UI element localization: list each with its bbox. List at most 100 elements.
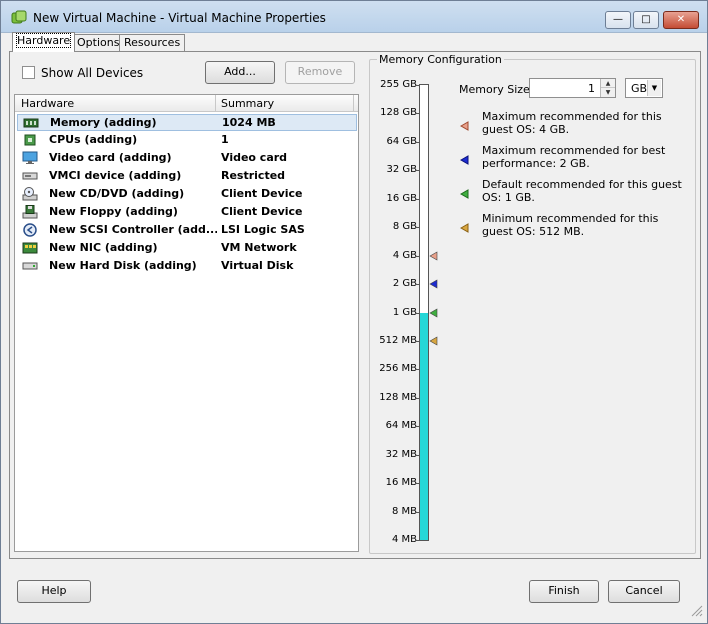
add-hardware-button[interactable]: Add... (205, 61, 275, 84)
memory-size-label: Memory Size: (459, 83, 534, 96)
max-performance-marker-icon (459, 155, 469, 165)
tab-options[interactable]: Options (72, 34, 125, 52)
legend-min-guest-os: Minimum recommended for this guest OS: 5… (482, 212, 659, 238)
memory-size-value: 1 (588, 82, 595, 95)
hardware-summary: Client Device (221, 205, 303, 218)
memory-size-spinner[interactable]: ▲ ▼ (600, 79, 615, 97)
column-divider[interactable] (215, 95, 216, 112)
hardware-name: VMCI device (adding) (49, 169, 182, 182)
resize-grip-icon[interactable] (689, 603, 703, 617)
close-button[interactable]: ✕ (663, 11, 699, 29)
hardware-row-video-card[interactable]: Video card (adding) Video card (17, 150, 357, 167)
finish-button[interactable]: Finish (529, 580, 599, 603)
scale-tick (415, 454, 419, 456)
scale-label: 4 GB (392, 249, 417, 261)
scale-tick (415, 511, 419, 513)
hardware-name: New NIC (adding) (49, 241, 158, 254)
title-bar[interactable]: New Virtual Machine - Virtual Machine Pr… (1, 1, 707, 33)
scale-tick (415, 85, 419, 86)
help-button[interactable]: Help (17, 580, 91, 603)
scale-label: 8 GB (392, 221, 417, 233)
scale-tick (415, 540, 419, 541)
memory-scale-slider[interactable] (419, 84, 429, 541)
vm-properties-window: New Virtual Machine - Virtual Machine Pr… (0, 0, 708, 624)
hardware-name: New Floppy (adding) (49, 205, 178, 218)
hardware-row-nic[interactable]: New NIC (adding) VM Network (17, 240, 357, 257)
hardware-row-cpus[interactable]: CPUs (adding) 1 (17, 132, 357, 149)
hardware-name: New SCSI Controller (add... (49, 223, 217, 236)
hardware-name: New Hard Disk (adding) (49, 259, 197, 272)
scale-label: 64 GB (386, 135, 417, 147)
scale-label: 128 GB (380, 107, 417, 119)
scale-label: 128 MB (379, 391, 417, 403)
default-marker-icon (459, 189, 469, 199)
window-title: New Virtual Machine - Virtual Machine Pr… (33, 11, 326, 25)
tab-hardware[interactable]: Hardware (12, 32, 76, 52)
column-header-summary[interactable]: Summary (221, 97, 274, 110)
cd-dvd-icon (22, 187, 38, 201)
scale-label: 64 MB (385, 420, 417, 432)
scale-tick (415, 255, 419, 257)
tab-resources[interactable]: Resources (119, 34, 186, 52)
scale-label: 1 GB (392, 306, 417, 318)
show-all-devices-checkbox[interactable] (22, 66, 35, 79)
scale-tick (415, 369, 419, 371)
hardware-name: New CD/DVD (adding) (49, 187, 185, 200)
scale-tick (415, 483, 419, 485)
scale-tick (415, 198, 419, 200)
monitor-icon (22, 151, 38, 164)
hardware-summary: VM Network (221, 241, 297, 254)
hardware-row-scsi-controller[interactable]: New SCSI Controller (add... LSI Logic SA… (17, 222, 357, 239)
scsi-icon (23, 223, 37, 237)
hardware-row-hard-disk[interactable]: New Hard Disk (adding) Virtual Disk (17, 258, 357, 275)
default-marker-icon (429, 307, 438, 318)
scale-label: 16 MB (385, 477, 417, 489)
spin-up-arrow-icon[interactable]: ▲ (601, 79, 615, 88)
min-guest-os-marker-icon (429, 336, 438, 346)
scale-label: 16 GB (386, 192, 417, 204)
show-all-devices-label: Show All Devices (41, 66, 144, 80)
hardware-summary: 1 (221, 133, 229, 146)
scale-tick (415, 227, 419, 229)
spin-down-arrow-icon[interactable]: ▼ (601, 88, 615, 97)
scale-tick (415, 312, 419, 314)
scale-label: 4 MB (391, 534, 417, 545)
min-guest-os-marker-icon (459, 223, 469, 233)
memory-scale-fill (420, 312, 428, 540)
memory-configuration-label: Memory Configuration (377, 53, 504, 66)
hardware-list-header: Hardware Summary (15, 95, 358, 112)
scale-tick (415, 397, 419, 399)
hardware-list[interactable]: Hardware Summary Memory (adding) 1024 MB… (14, 94, 359, 552)
memory-icon (23, 118, 39, 128)
vmci-icon (22, 172, 38, 180)
minimize-button[interactable]: — (605, 11, 631, 29)
legend-max-guest-os: Maximum recommended for this guest OS: 4… (482, 110, 662, 136)
hardware-name: Memory (adding) (50, 116, 157, 129)
hardware-row-floppy[interactable]: New Floppy (adding) Client Device (17, 204, 357, 221)
scale-label: 255 GB (380, 79, 417, 90)
hardware-summary: LSI Logic SAS (221, 223, 305, 236)
nic-icon (22, 242, 38, 254)
column-header-hardware[interactable]: Hardware (21, 97, 74, 110)
scale-tick (415, 113, 419, 115)
cancel-button[interactable]: Cancel (608, 580, 680, 603)
chevron-down-icon[interactable]: ▼ (647, 80, 661, 96)
hardware-row-vmci[interactable]: VMCI device (adding) Restricted (17, 168, 357, 185)
max-performance-marker-icon (429, 279, 438, 289)
maximize-button[interactable]: □ (633, 11, 659, 29)
legend-default: Default recommended for this guest OS: 1… (482, 178, 682, 204)
scale-label: 32 GB (386, 164, 417, 176)
hardware-summary: Virtual Disk (221, 259, 294, 272)
column-divider[interactable] (353, 95, 354, 112)
memory-unit-dropdown[interactable]: GB ▼ (625, 78, 663, 98)
scale-label: 2 GB (392, 278, 417, 290)
memory-size-input[interactable]: 1 ▲ ▼ (529, 78, 616, 98)
hardware-row-cd-dvd[interactable]: New CD/DVD (adding) Client Device (17, 186, 357, 203)
remove-hardware-button[interactable]: Remove (285, 61, 355, 84)
scale-label: 8 MB (391, 505, 417, 517)
vsphere-app-icon (11, 10, 27, 24)
memory-unit-value: GB (631, 82, 648, 95)
scale-label: 256 MB (379, 363, 417, 375)
hardware-row-memory[interactable]: Memory (adding) 1024 MB (17, 114, 357, 131)
scale-tick (415, 340, 419, 342)
